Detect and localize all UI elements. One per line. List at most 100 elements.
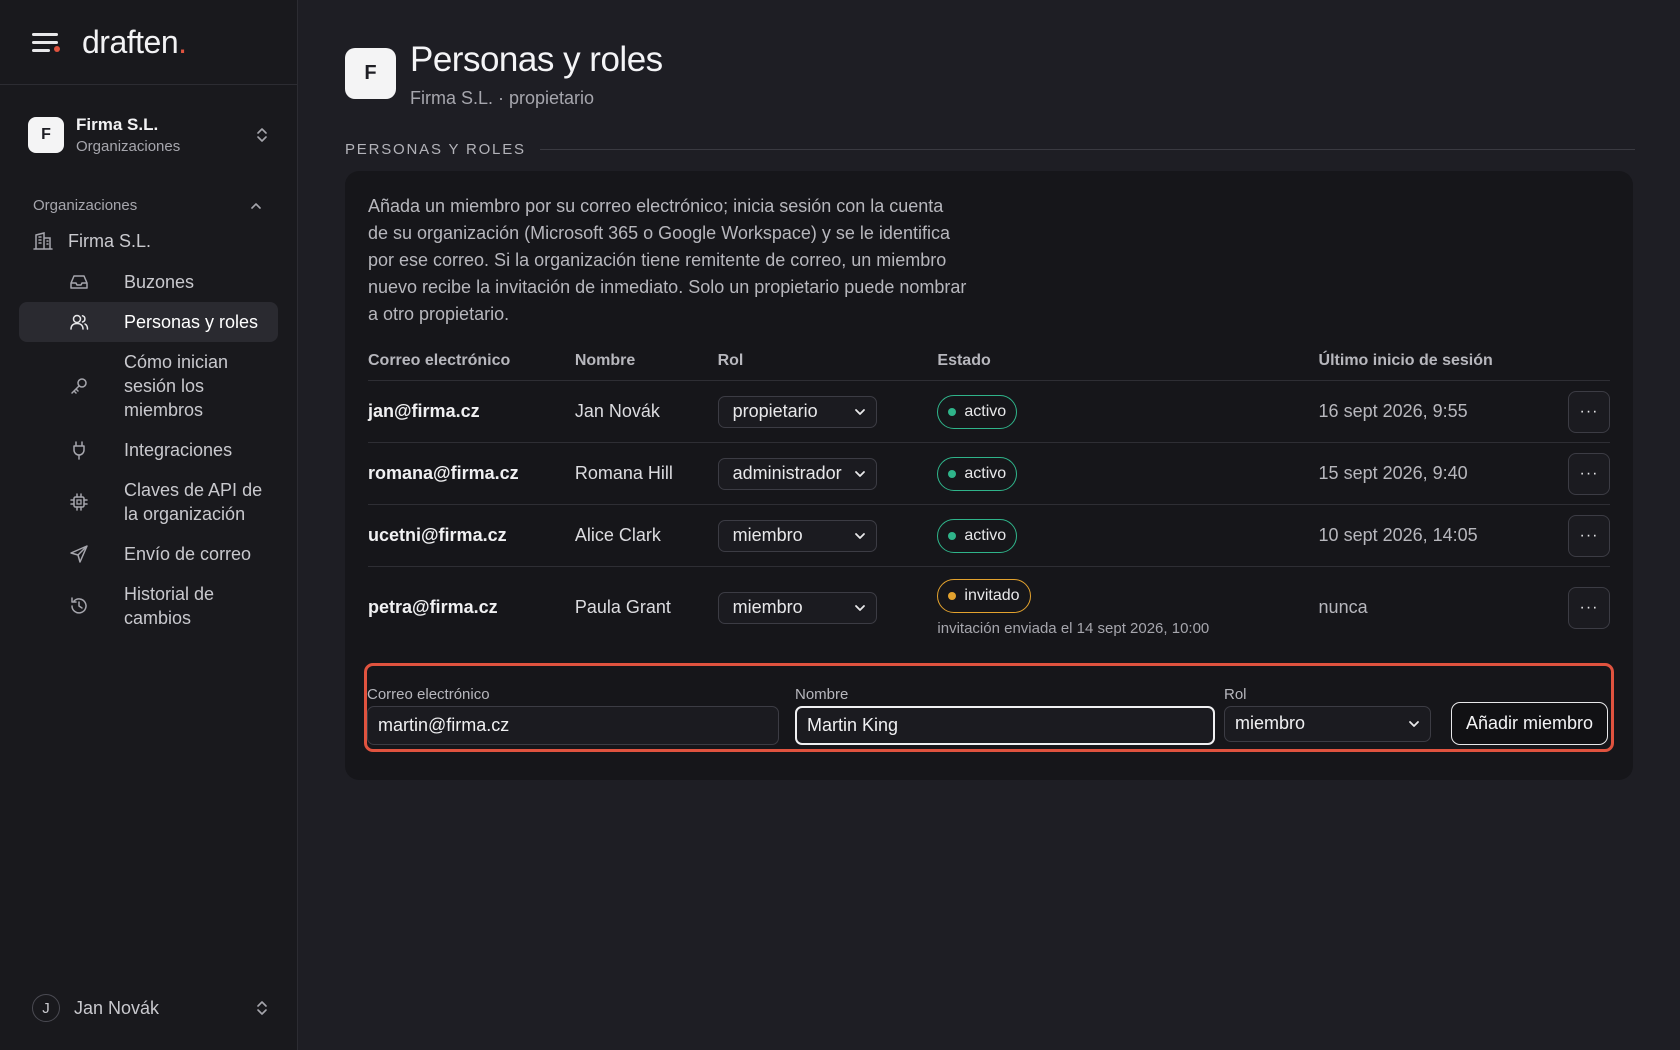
table-row: romana@firma.cz Romana Hill administrado… [368, 442, 1610, 505]
sidebar-item-label: Cómo inician sesión los miembros [124, 352, 229, 420]
org-subtitle: Organizaciones [76, 138, 181, 155]
email-field[interactable]: martin@firma.cz [367, 705, 779, 745]
col-header-actions [1568, 342, 1610, 381]
divider [539, 149, 1635, 150]
members-card: Añada un miembro por su correo electróni… [345, 171, 1633, 780]
member-name: Romana Hill [574, 442, 718, 505]
row-actions-button[interactable]: ··· [1568, 390, 1610, 433]
org-name: Firma S.L. [76, 115, 159, 134]
table-row: ucetni@firma.cz Alice Clark miembro acti… [368, 504, 1610, 567]
section-label: PERSONAS Y ROLES [345, 141, 1635, 158]
more-icon: ··· [1579, 598, 1599, 616]
name-field-label: Nombre [795, 685, 849, 703]
chevron-updown-icon [255, 126, 269, 144]
chevron-down-icon [854, 470, 865, 477]
page-header: F Personas y roles Firma S.L. · propieta… [345, 40, 1635, 109]
status-text: activo [964, 402, 1007, 420]
name-field-group: Nombre Martin King [795, 686, 1215, 745]
sidebar-item-label: Integraciones [124, 440, 233, 460]
more-icon: ··· [1579, 526, 1599, 544]
status-badge: activo [937, 456, 1018, 491]
section-label-text: PERSONAS Y ROLES [345, 141, 526, 158]
sidebar-item-label: Buzones [124, 272, 195, 292]
col-header-last-login: Último inicio de sesión [1318, 342, 1568, 381]
menu-icon[interactable] [32, 28, 60, 56]
sidebar-org-link-label: Firma S.L. [68, 230, 152, 251]
sidebar-item-label: Claves de API de la organización [124, 480, 263, 524]
history-icon [71, 597, 87, 614]
invitation-note: invitación enviada el 14 sept 2026, 10:0… [937, 619, 1210, 637]
status-badge: activo [937, 518, 1018, 553]
main-content: F Personas y roles Firma S.L. · propieta… [345, 0, 1635, 780]
col-header-name: Nombre [574, 342, 718, 381]
page-subtitle: Firma S.L. · propietario [410, 88, 595, 108]
role-select[interactable]: propietario [717, 395, 877, 428]
email-field-group: Correo electrónico martin@firma.cz [367, 686, 779, 745]
sidebar-item-claves-api[interactable]: Claves de API de la organización [19, 470, 278, 534]
role-field-label: Rol [1224, 685, 1247, 703]
chevron-down-icon [854, 408, 865, 415]
sidebar-item-label: Historial de cambios [124, 584, 215, 628]
member-name: Alice Clark [574, 504, 718, 567]
role-select-value: miembro [1235, 713, 1306, 733]
add-member-button[interactable]: Añadir miembro [1450, 701, 1608, 745]
last-login: 15 sept 2026, 9:40 [1318, 442, 1568, 505]
col-header-role: Rol [717, 342, 938, 381]
user-menu[interactable]: J Jan Novák [32, 994, 269, 1022]
sidebar-item-label: Envío de correo [124, 544, 252, 564]
page-title: Personas y roles [410, 40, 663, 79]
app-logo: draften. [82, 23, 187, 60]
member-name: Jan Novák [574, 380, 718, 443]
sidebar-item-personas[interactable]: Personas y roles [19, 302, 278, 342]
inbox-icon [70, 275, 88, 289]
chevron-down-icon [854, 604, 865, 611]
col-header-state: Estado [937, 342, 1319, 381]
table-row: jan@firma.cz Jan Novák propietario activ… [368, 380, 1610, 443]
row-actions-button[interactable]: ··· [1568, 452, 1610, 495]
sidebar-item-buzones[interactable]: Buzones [19, 262, 278, 302]
table-row: petra@firma.cz Paula Grant miembro invit… [368, 567, 1610, 649]
plug-icon [73, 441, 85, 460]
status-text: activo [964, 464, 1007, 482]
chevron-down-icon [854, 532, 865, 539]
member-name: Paula Grant [574, 597, 671, 618]
role-select-value: miembro [732, 525, 803, 545]
member-email: jan@firma.cz [368, 380, 575, 443]
role-select[interactable]: miembro [1224, 705, 1431, 742]
sidebar-org-link[interactable]: Firma S.L. [32, 228, 277, 254]
intro-text: Añada un miembro por su correo electróni… [368, 196, 967, 324]
more-icon: ··· [1579, 464, 1599, 482]
role-select[interactable]: miembro [717, 591, 877, 624]
last-login: nunca [1318, 597, 1368, 618]
sidebar-item-inicio-sesion[interactable]: Cómo inician sesión los miembros [19, 342, 278, 430]
org-switcher[interactable]: F Firma S.L. Organizaciones [0, 85, 297, 155]
chevron-up-icon [251, 202, 261, 209]
name-field[interactable]: Martin King [795, 705, 1215, 745]
status-text: invitado [964, 586, 1020, 604]
chevron-down-icon [1409, 720, 1419, 727]
role-select-value: administrador [732, 463, 842, 483]
role-select[interactable]: miembro [717, 519, 877, 552]
status-badge: invitado [937, 578, 1031, 613]
name-field-value: Martin King [807, 714, 899, 735]
sidebar: draften. F Firma S.L. Organizaciones Org… [0, 0, 298, 1050]
row-actions-button[interactable]: ··· [1568, 514, 1610, 557]
sidebar-item-label: Personas y roles [124, 312, 259, 332]
add-member-form: Correo electrónico martin@firma.cz Nombr… [364, 662, 1614, 752]
role-select[interactable]: administrador [717, 457, 877, 490]
role-select-value: propietario [732, 401, 818, 421]
key-icon [71, 378, 87, 394]
brand-bar: draften. [0, 0, 297, 85]
last-login: 16 sept 2026, 9:55 [1318, 380, 1568, 443]
org-section-header[interactable]: Organizaciones [33, 197, 263, 214]
sidebar-item-envio-correo[interactable]: Envío de correo [19, 534, 278, 574]
chip-icon [70, 493, 88, 511]
row-actions-button[interactable]: ··· [1568, 586, 1610, 629]
sidebar-item-historial[interactable]: Historial de cambios [19, 574, 278, 638]
role-field-group: Rol miembro [1224, 686, 1431, 742]
org-avatar: F [28, 117, 64, 153]
page-avatar: F [345, 48, 396, 99]
building-icon [33, 232, 53, 250]
sidebar-item-integraciones[interactable]: Integraciones [19, 430, 278, 470]
last-login: 10 sept 2026, 14:05 [1318, 504, 1568, 567]
